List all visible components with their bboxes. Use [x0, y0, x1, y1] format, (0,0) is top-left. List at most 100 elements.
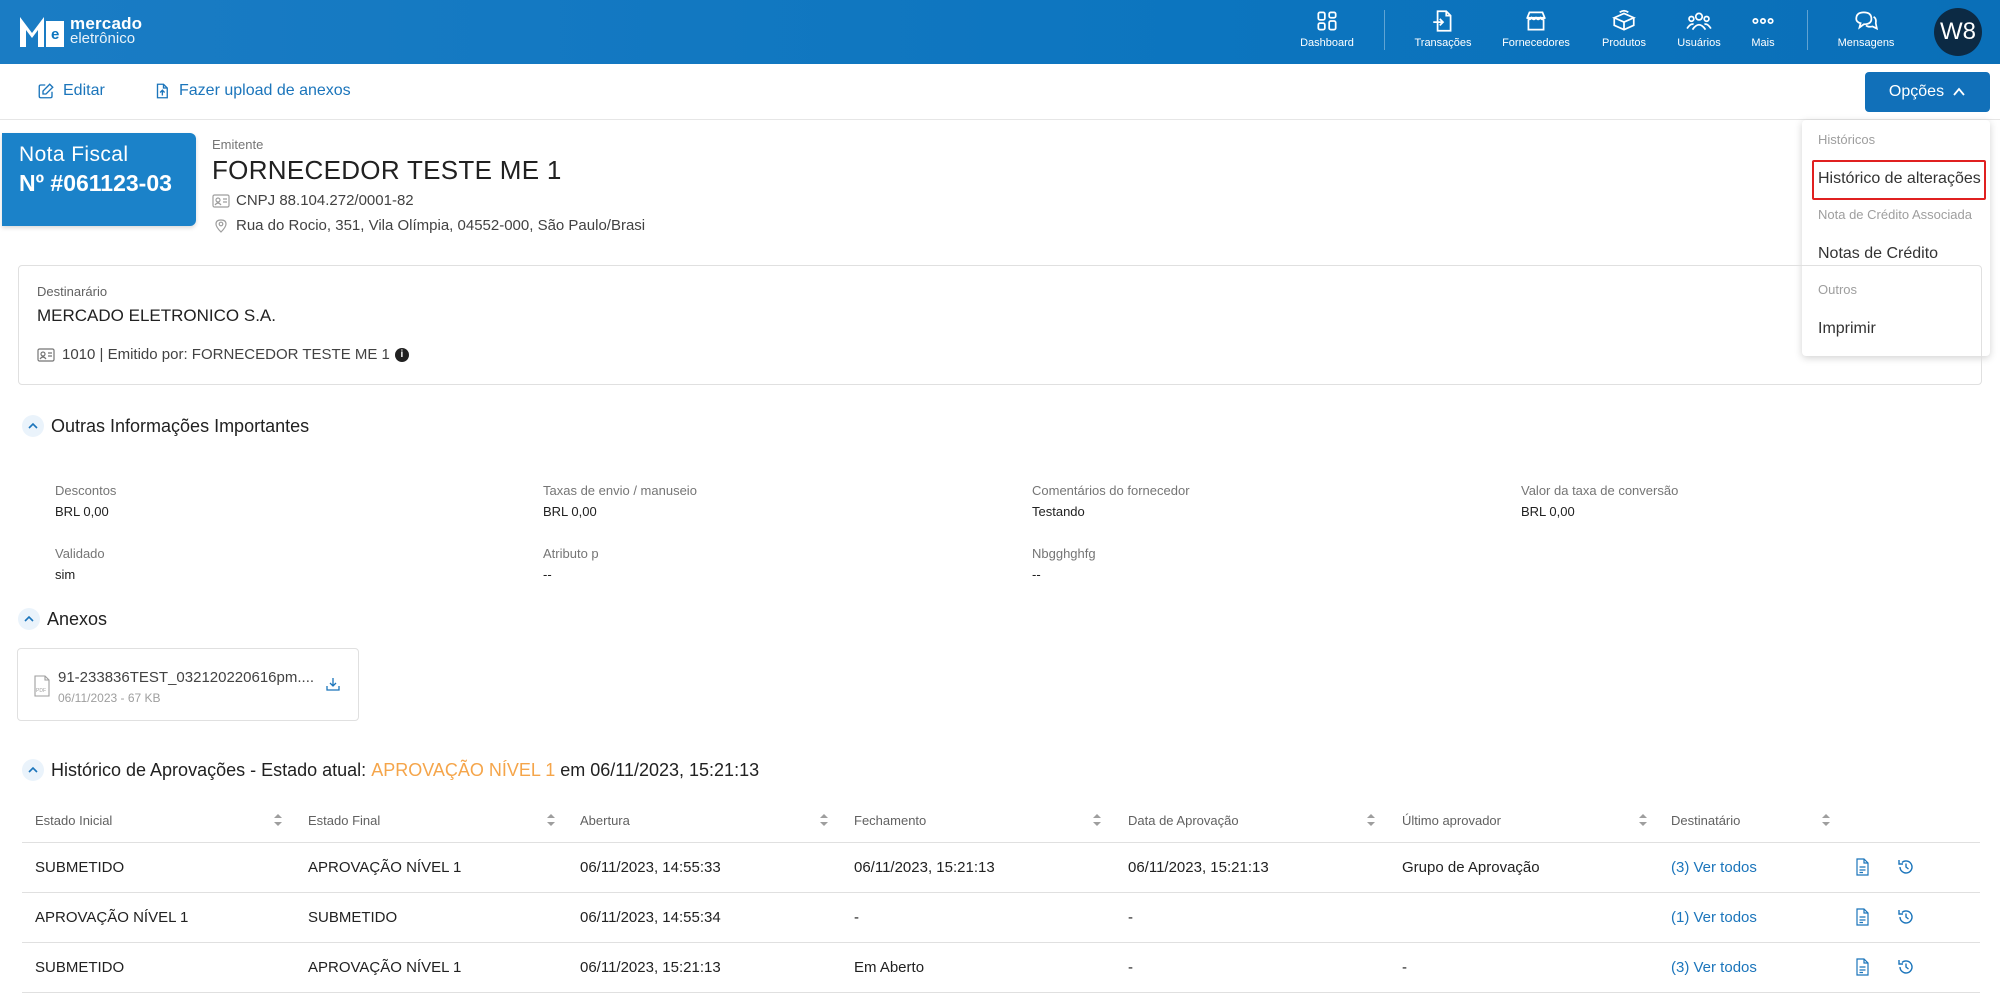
- field-label: Validado: [55, 546, 105, 561]
- section-title-text: Outras Informações Importantes: [51, 415, 310, 436]
- download-icon[interactable]: [325, 676, 341, 692]
- collapse-toggle[interactable]: [18, 608, 40, 630]
- cell-estado-final: APROVAÇÃO NÍVEL 1: [308, 959, 462, 976]
- field-validado: Validado sim: [55, 546, 105, 582]
- nav-mensagens[interactable]: Mensagens: [1836, 8, 1896, 56]
- info-icon[interactable]: i: [394, 347, 409, 362]
- field-label: Taxas de envio / manuseio: [543, 483, 697, 498]
- nav-dashboard[interactable]: Dashboard: [1297, 8, 1357, 56]
- document-icon[interactable]: [1853, 908, 1871, 926]
- nav-produtos[interactable]: Produtos: [1594, 8, 1654, 56]
- section-attachments-header: Anexos: [18, 608, 107, 630]
- field-atributo-p: Atributo p --: [543, 546, 599, 582]
- cell-destinatario-link[interactable]: (1) Ver todos: [1671, 909, 1757, 926]
- nav-fornecedores[interactable]: Fornecedores: [1500, 8, 1572, 56]
- history-icon[interactable]: [1897, 908, 1915, 926]
- cell-ultimo-aprovador: Grupo de Aprovação: [1402, 859, 1540, 876]
- menu-item-historico-alteracoes[interactable]: Histórico de alterações: [1818, 170, 1981, 188]
- field-value: BRL 0,00: [1521, 504, 1575, 519]
- cell-destinatario-link[interactable]: (3) Ver todos: [1671, 859, 1757, 876]
- issuer-label: Emitente: [212, 137, 264, 152]
- messages-icon: [1855, 11, 1879, 31]
- options-label: Opções: [1888, 83, 1945, 100]
- cell-abertura: 06/11/2023, 14:55:33: [580, 859, 721, 876]
- sort-icon[interactable]: [1638, 812, 1648, 828]
- approvals-current-state: APROVAÇÃO NÍVEL 1: [371, 759, 556, 780]
- table-header: Estado Inicial Estado Final Abertura Fec…: [22, 800, 1980, 843]
- recipient-details: 1010 | Emitido por: FORNECEDOR TESTE ME …: [37, 346, 409, 363]
- dropdown-header-nota-credito: Nota de Crédito Associada: [1818, 207, 1972, 222]
- sort-icon[interactable]: [1366, 812, 1376, 828]
- invoice-type: Nota Fiscal: [19, 143, 129, 166]
- chevron-up-icon: [24, 615, 34, 622]
- user-avatar[interactable]: W8: [1934, 8, 1982, 56]
- menu-item-notas-credito[interactable]: Notas de Crédito: [1818, 245, 1938, 263]
- col-ultimo-aprovador[interactable]: Último aprovador: [1402, 813, 1501, 828]
- cell-destinatario-link[interactable]: (3) Ver todos: [1671, 959, 1757, 976]
- nav-usuarios[interactable]: Usuários: [1669, 8, 1729, 56]
- col-abertura[interactable]: Abertura: [580, 813, 630, 828]
- recipient-card: Destinarário MERCADO ELETRONICO S.A. 101…: [18, 265, 1982, 385]
- cell-estado-inicial: SUBMETIDO: [35, 959, 125, 976]
- field-value: --: [543, 567, 552, 582]
- upload-file-icon: [156, 83, 168, 99]
- nav-transacoes[interactable]: Transações: [1413, 8, 1473, 56]
- cell-abertura: 06/11/2023, 14:55:34: [580, 909, 721, 926]
- table-row: SUBMETIDO APROVAÇÃO NÍVEL 1 06/11/2023, …: [22, 843, 1980, 893]
- field-value: sim: [55, 567, 76, 582]
- edit-button[interactable]: Editar: [37, 82, 105, 100]
- options-button[interactable]: Opções: [1865, 72, 1990, 112]
- collapse-toggle[interactable]: [22, 759, 44, 781]
- field-taxas-envio: Taxas de envio / manuseio BRL 0,00: [543, 483, 697, 519]
- collapse-toggle[interactable]: [22, 415, 44, 437]
- nav-mais[interactable]: Mais: [1733, 8, 1793, 56]
- field-value: --: [1032, 567, 1041, 582]
- section-title-text: Anexos: [47, 608, 108, 629]
- table-row: APROVAÇÃO NÍVEL 1 SUBMETIDO 06/11/2023, …: [22, 893, 1980, 943]
- recipient-label: Destinarário: [37, 284, 108, 299]
- field-value: BRL 0,00: [543, 504, 597, 519]
- approvals-title-suffix: em 06/11/2023, 15:21:13: [560, 759, 760, 780]
- sort-icon[interactable]: [546, 812, 556, 828]
- cell-ultimo-aprovador: -: [1402, 959, 1407, 976]
- cell-estado-inicial: SUBMETIDO: [35, 859, 125, 876]
- sort-icon[interactable]: [1821, 812, 1831, 828]
- nav-label: Dashboard: [1300, 37, 1354, 49]
- col-destinatario[interactable]: Destinatário: [1671, 813, 1740, 828]
- nav-divider: [1807, 10, 1808, 50]
- nav-label: Mensagens: [1837, 37, 1895, 49]
- dropdown-header-historicos: Históricos: [1818, 132, 1876, 147]
- more-icon: [1752, 17, 1774, 25]
- issuer-name: FORNECEDOR TESTE ME 1: [212, 155, 562, 185]
- document-icon[interactable]: [1853, 958, 1871, 976]
- col-estado-final[interactable]: Estado Final: [308, 813, 380, 828]
- issuer-cnpj-text: CNPJ 88.104.272/0001-82: [236, 192, 414, 209]
- svg-text:PDF: PDF: [36, 688, 46, 694]
- cell-abertura: 06/11/2023, 15:21:13: [580, 959, 721, 976]
- field-label: Atributo p: [543, 546, 599, 561]
- history-icon[interactable]: [1897, 858, 1915, 876]
- history-icon[interactable]: [1897, 958, 1915, 976]
- upload-attachments-button[interactable]: Fazer upload de anexos: [153, 82, 351, 100]
- nav-divider: [1384, 10, 1385, 50]
- sort-icon[interactable]: [1092, 812, 1102, 828]
- top-navigation-bar: e mercado eletrônico Dashboard Transaçõe…: [0, 0, 2000, 64]
- upload-label: Fazer upload de anexos: [179, 82, 351, 99]
- attachment-filename[interactable]: 91-233836TEST_032120220616pm....: [58, 669, 314, 686]
- svg-text:e: e: [51, 26, 59, 43]
- field-value: BRL 0,00: [55, 504, 109, 519]
- id-card-icon: [212, 193, 230, 208]
- cell-data-aprovacao: 06/11/2023, 15:21:13: [1128, 859, 1269, 876]
- col-estado-inicial[interactable]: Estado Inicial: [35, 813, 112, 828]
- cell-fechamento: 06/11/2023, 15:21:13: [854, 859, 995, 876]
- nav-label: Produtos: [1601, 37, 1647, 49]
- document-icon[interactable]: [1853, 858, 1871, 876]
- sort-icon[interactable]: [273, 812, 283, 828]
- attachment-card[interactable]: PDF 91-233836TEST_032120220616pm.... 06/…: [17, 648, 359, 721]
- col-data-aprovacao[interactable]: Data de Aprovação: [1128, 813, 1239, 828]
- field-label: Valor da taxa de conversão: [1521, 483, 1679, 498]
- sort-icon[interactable]: [819, 812, 829, 828]
- col-fechamento[interactable]: Fechamento: [854, 813, 926, 828]
- brand-logo[interactable]: e mercado eletrônico: [18, 13, 142, 49]
- field-label: Nbgghghfg: [1032, 546, 1096, 561]
